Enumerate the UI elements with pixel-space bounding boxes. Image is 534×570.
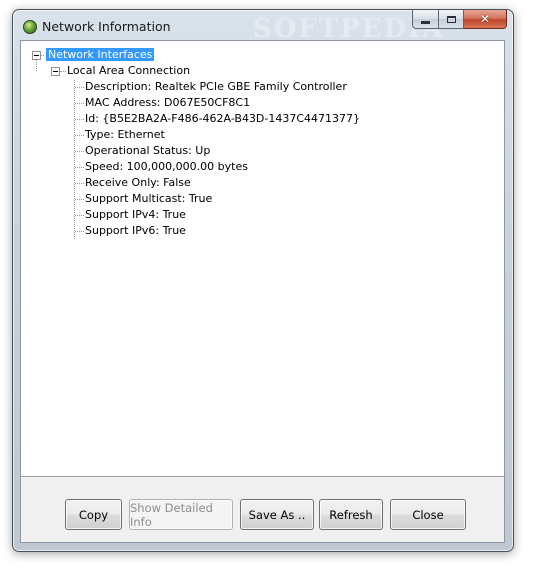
tree-line [75,135,84,136]
refresh-button[interactable]: Refresh [319,499,383,530]
save-as-button[interactable]: Save As .. [240,499,314,530]
show-detailed-info-button[interactable]: Show Detailed Info [129,499,233,530]
tree-line [75,183,84,184]
client-area: Network Interfaces Local Area Connection… [20,40,505,543]
tree-line [75,215,84,216]
maximize-button[interactable] [438,10,464,29]
maximize-icon [446,15,456,23]
tree-line [75,119,84,120]
tree-line [60,71,66,72]
tree-line [75,199,84,200]
minimize-button[interactable] [412,10,438,29]
tree-line [75,151,84,152]
copy-button[interactable]: Copy [65,499,122,530]
tree-node-property[interactable]: Speed: 100,000,000.00 bytes [85,159,248,175]
tree-node-property[interactable]: Support Multicast: True [85,191,212,207]
close-button[interactable]: Close [390,499,466,530]
tree-node-property[interactable]: Operational Status: Up [85,143,210,159]
network-information-window: Network Information SOFTPEDIA ✕ Network … [12,9,514,552]
window-title: Network Information [42,19,171,34]
tree-node-property[interactable]: Receive Only: False [85,175,191,191]
tree-line [75,87,84,88]
caption-buttons: ✕ [412,10,507,29]
tree-node-property[interactable]: Type: Ethernet [85,127,165,143]
tree-line [36,60,37,71]
network-globe-icon [23,20,37,34]
tree-node-adapter[interactable]: Local Area Connection [67,63,190,79]
close-window-button[interactable]: ✕ [464,10,507,29]
tree-node-property[interactable]: Support IPv6: True [85,223,186,239]
network-tree-view[interactable]: Network Interfaces Local Area Connection… [21,41,504,477]
tree-node-property[interactable]: Description: Realtek PCIe GBE Family Con… [85,79,347,95]
collapse-root-icon[interactable] [32,51,41,60]
minimize-icon [421,20,430,24]
tree-line [75,103,84,104]
tree-node-root-label[interactable]: Network Interfaces [44,47,156,62]
tree-node-adapter-label[interactable]: Local Area Connection [67,64,190,77]
tree-line [75,231,84,232]
tree-node-property[interactable]: Id: {B5E2BA2A-F486-462A-B43D-1437C447137… [85,111,360,127]
close-icon: ✕ [479,12,491,26]
tree-node-property[interactable]: MAC Address: D067E50CF8C1 [85,95,250,111]
tree-line [75,167,84,168]
tree-node-root[interactable]: Network Interfaces [44,47,156,63]
title-bar[interactable]: Network Information SOFTPEDIA ✕ [13,10,513,44]
button-bar: Copy Show Detailed Info Save As .. Refre… [21,477,504,542]
collapse-adapter-icon[interactable] [51,67,60,76]
tree-node-property[interactable]: Support IPv4: True [85,207,186,223]
